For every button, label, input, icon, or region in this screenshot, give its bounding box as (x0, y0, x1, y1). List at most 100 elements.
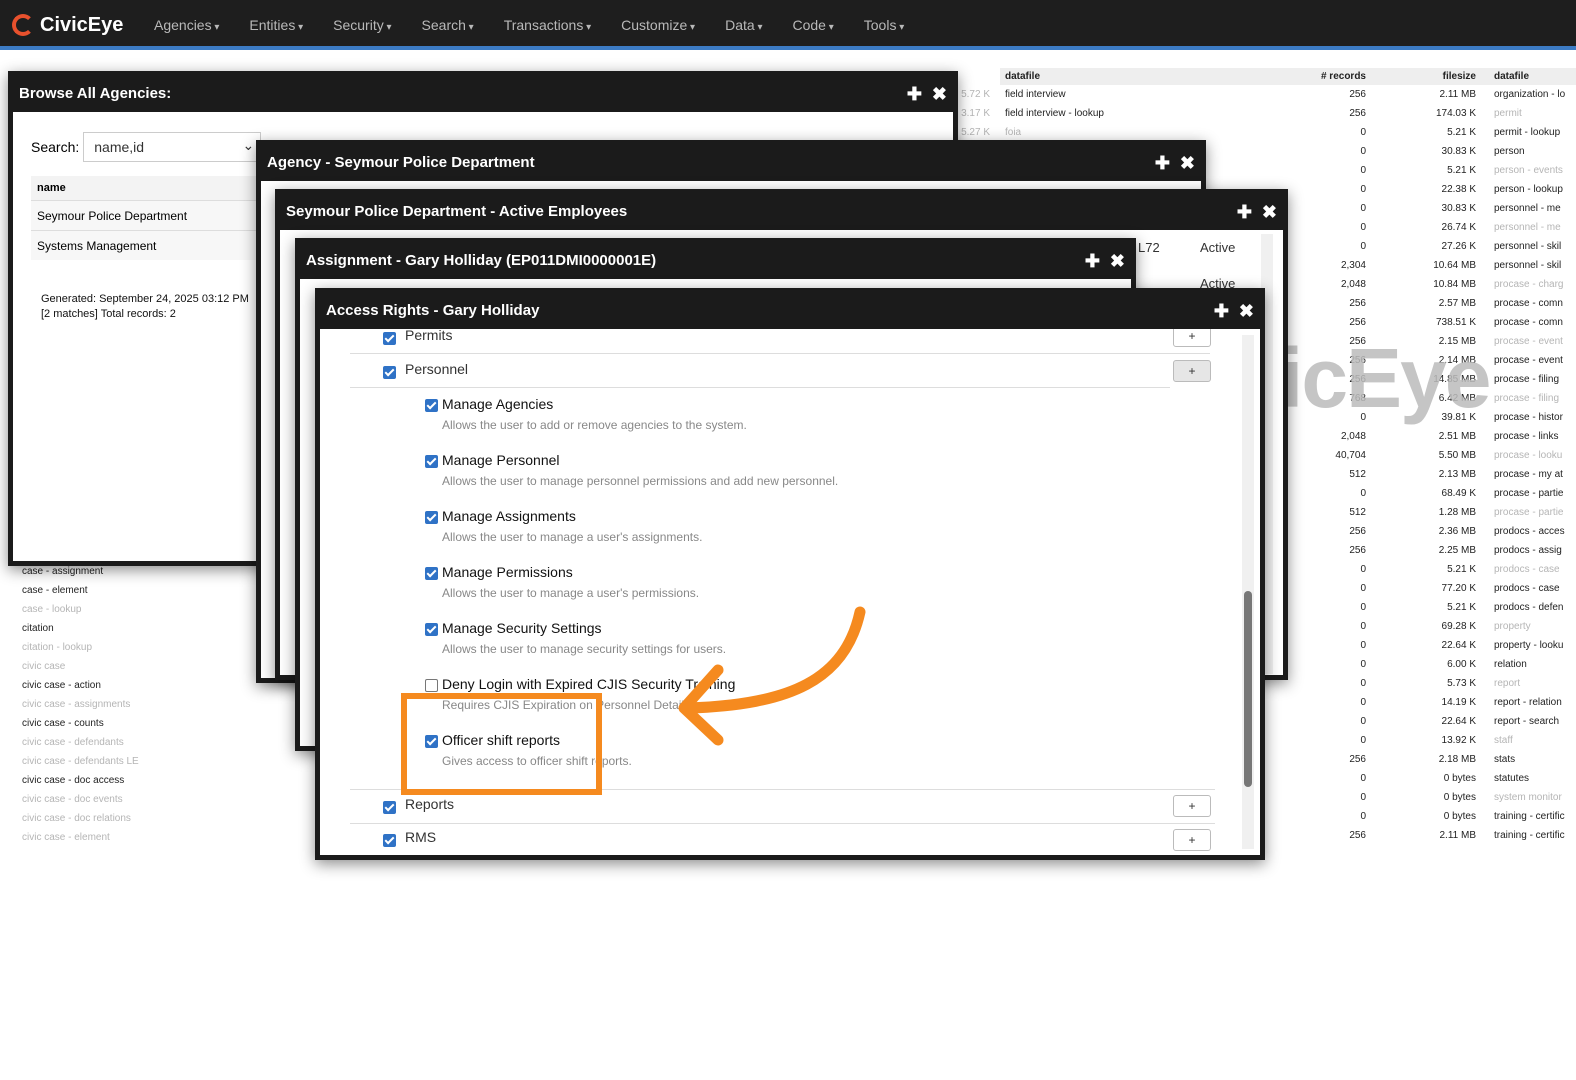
expand-rms-button[interactable]: + (1173, 829, 1211, 851)
agency-table: name Seymour Police Department Systems M… (31, 176, 271, 260)
permission-title: Manage Personnel (442, 452, 560, 468)
header-datafile: datafile (1005, 71, 1041, 82)
permission-checkbox[interactable] (425, 455, 438, 468)
table-row[interactable]: Systems Management (31, 230, 271, 260)
table-cell: field interview (1005, 89, 1066, 100)
generated-info: Generated: September 24, 2025 03:12 PM [… (41, 292, 259, 322)
permission-description: Allows the user to manage security setti… (442, 642, 727, 656)
expand-reports-button[interactable]: + (1173, 795, 1211, 817)
expand-icon[interactable]: ✚ (1085, 251, 1100, 272)
header-records: # records (1320, 71, 1366, 82)
window-controls: ✚ ✖ (897, 76, 947, 112)
permission-checkbox[interactable] (425, 511, 438, 524)
table-cell: 5.21 K (1447, 602, 1476, 613)
permission-title: Manage Assignments (442, 508, 576, 524)
table-cell: 0 (1360, 773, 1366, 784)
expand-personnel-button[interactable]: + (1173, 360, 1211, 382)
nav-transactions[interactable]: Transactions (504, 17, 591, 33)
close-icon[interactable]: ✖ (1110, 251, 1125, 272)
close-icon[interactable]: ✖ (1180, 153, 1195, 174)
expand-permits-button[interactable]: + (1173, 329, 1211, 347)
match-count: [2 matches] Total records: 2 (41, 308, 176, 320)
access-rights-scrollbar[interactable] (1242, 335, 1254, 849)
table-cell: 174.03 K (1435, 108, 1476, 119)
table-cell: personnel - skil (1494, 260, 1562, 271)
expand-icon[interactable]: ✚ (1155, 153, 1170, 174)
table-cell: procase - event (1494, 336, 1563, 347)
table-cell: 0 (1360, 811, 1366, 822)
table-cell: 13.92 K (1441, 735, 1476, 746)
divider (350, 353, 1210, 354)
nav-agencies[interactable]: Agencies (154, 17, 219, 33)
permits-checkbox[interactable] (383, 332, 396, 345)
nav-entities[interactable]: Entities (249, 17, 303, 33)
nav-customize[interactable]: Customize (621, 17, 695, 33)
table-cell: 10.64 MB (1433, 260, 1476, 271)
permission-checkbox[interactable] (425, 399, 438, 412)
table-cell: 0 bytes (1443, 792, 1476, 803)
table-cell: person - lookup (1494, 184, 1563, 195)
table-cell: prodocs - acces (1494, 526, 1565, 537)
window-controls: ✚ ✖ (1145, 145, 1195, 181)
expand-icon[interactable]: ✚ (1214, 301, 1229, 322)
table-cell: field interview - lookup (1005, 108, 1104, 119)
expand-icon[interactable]: ✚ (907, 84, 922, 105)
table-cell: permit (1494, 108, 1522, 119)
table-cell: personnel - skil (1494, 241, 1562, 252)
column-header-name[interactable]: name (31, 176, 271, 200)
list-item: civic case - doc events (22, 794, 123, 805)
reports-checkbox[interactable] (383, 801, 396, 814)
permission-checkbox[interactable] (425, 567, 438, 580)
table-cell: 0 bytes (1443, 811, 1476, 822)
table-cell: 0 (1360, 165, 1366, 176)
nav-search[interactable]: Search (422, 17, 474, 33)
window-title: Assignment - Gary Holliday (EP011DMI0000… (300, 243, 1131, 279)
window-title: Seymour Police Department - Active Emplo… (280, 194, 1283, 230)
table-cell: 30.83 K (1441, 146, 1476, 157)
permission-title: Deny Login with Expired CJIS Security Tr… (442, 676, 736, 692)
expand-icon[interactable]: ✚ (1237, 202, 1252, 223)
list-item: civic case - doc access (22, 775, 125, 786)
brand[interactable]: CivicEye (12, 10, 123, 40)
rms-checkbox[interactable] (383, 834, 396, 847)
nav-data[interactable]: Data (725, 17, 762, 33)
nav-code[interactable]: Code (792, 17, 833, 33)
table-cell: 69.28 K (1441, 621, 1476, 632)
nav-security[interactable]: Security (333, 17, 391, 33)
table-cell: procase - histor (1494, 412, 1563, 423)
permission-description: Allows the user to add or remove agencie… (442, 418, 747, 432)
table-cell: procase - charg (1494, 279, 1564, 290)
table-cell: property - looku (1494, 640, 1564, 651)
table-row[interactable]: Seymour Police Department (31, 200, 271, 230)
permission-title: Manage Security Settings (442, 620, 602, 636)
table-cell: 2.18 MB (1438, 754, 1476, 765)
table-cell: procase - my at (1494, 469, 1563, 480)
list-item: citation (22, 623, 54, 634)
permission-checkbox[interactable] (425, 679, 438, 692)
table-cell: 5.21 K (1447, 564, 1476, 575)
table-cell: system monitor (1494, 792, 1562, 803)
nav-menu: Agencies Entities Security Search Transa… (154, 0, 934, 50)
window-title: Agency - Seymour Police Department (261, 145, 1201, 181)
table-cell: 22.64 K (1441, 716, 1476, 727)
search-field-select[interactable]: name,id (83, 131, 262, 162)
close-icon[interactable]: ✖ (1239, 301, 1254, 322)
close-icon[interactable]: ✖ (1262, 202, 1277, 223)
table-cell: 26.74 K (1441, 222, 1476, 233)
nav-tools[interactable]: Tools (864, 17, 905, 33)
table-row: field interview - lookup 256 174.03 K permi… (1000, 104, 1576, 123)
table-cell: prodocs - case (1494, 564, 1560, 575)
table-cell: property (1494, 621, 1531, 632)
personnel-checkbox[interactable] (383, 366, 396, 379)
window-title: Access Rights - Gary Holliday (320, 293, 1260, 329)
window-controls: ✚ ✖ (1204, 293, 1254, 329)
table-cell: procase - filing (1494, 393, 1560, 404)
permission-checkbox[interactable] (425, 623, 438, 636)
scroll-thumb[interactable] (1244, 591, 1252, 787)
table-cell: prodocs - defen (1494, 602, 1564, 613)
table-cell: 0 (1360, 792, 1366, 803)
table-cell: organization - lo (1494, 89, 1566, 100)
table-cell: 0 (1360, 735, 1366, 746)
table-cell: procase - event (1494, 355, 1563, 366)
close-icon[interactable]: ✖ (932, 84, 947, 105)
